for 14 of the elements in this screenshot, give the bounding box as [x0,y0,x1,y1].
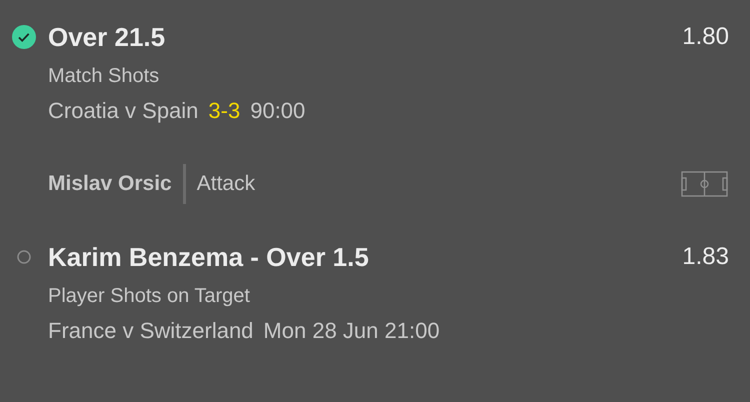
market-name: Player Shots on Target [47,285,251,308]
selection-title: Over 21.5 [48,22,166,52]
odds: 1.83 [682,243,729,271]
event-time: Mon 28 Jun 21:00 [263,318,440,344]
event-name: Croatia v Spain [48,98,198,124]
selection-title: Karim Benzema - Over 1.5 [48,242,370,272]
event-name: France v Switzerland [48,318,254,344]
market-name: Match Shots [47,65,160,88]
player-position: Attack [196,172,256,196]
event-time: 90:00 [250,98,306,124]
odds: 1.80 [682,23,729,51]
score: 3-3 [208,98,240,124]
pitch-icon[interactable] [681,171,728,197]
player-name: Mislav Orsic [48,172,172,196]
